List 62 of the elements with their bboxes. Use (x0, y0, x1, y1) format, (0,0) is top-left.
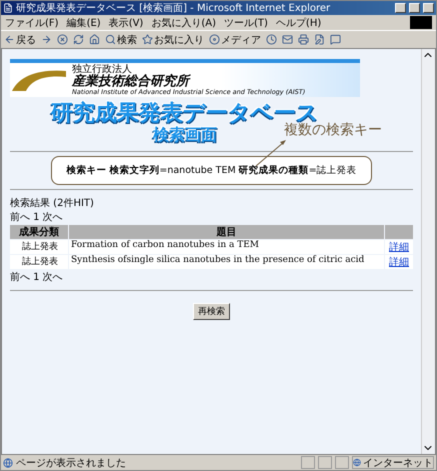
close-button[interactable] (423, 3, 434, 13)
result-summary: 検索結果 (2件HIT) (10, 196, 95, 210)
column-header (385, 224, 413, 239)
forward-icon (41, 34, 52, 45)
search-icon (105, 34, 116, 45)
detail-link[interactable]: 詳細 (385, 254, 413, 269)
menu-item[interactable]: 編集(E) (66, 16, 101, 30)
windows-logo (410, 16, 432, 29)
printer-icon (298, 34, 309, 45)
stop-button[interactable] (57, 34, 68, 45)
detail-link[interactable]: 詳細 (385, 240, 413, 254)
home-button[interactable] (89, 34, 100, 45)
column-header: 題目 (69, 224, 384, 239)
status-pane (301, 456, 315, 469)
globe-icon (353, 458, 361, 467)
back-button[interactable]: 戻る (4, 32, 36, 46)
document-icon (314, 34, 325, 45)
document-button[interactable] (314, 34, 325, 45)
status-pane (335, 456, 349, 469)
table-cell: Synthesis ofsingle silica nanotubes in the presence of citric acid (69, 254, 384, 269)
table-cell: 誌上発表 (10, 254, 68, 269)
refresh-icon (73, 34, 84, 45)
table-cell: 誌上発表 (10, 240, 68, 254)
column-header: 成果分類 (10, 224, 68, 239)
clock-button[interactable] (266, 34, 277, 45)
table-cell: Formation of carbon nanotubes in a TEM (69, 240, 384, 254)
maximize-button[interactable] (409, 3, 420, 13)
pager: 前へ 1 次へ (10, 270, 64, 284)
mail-icon (282, 34, 293, 45)
disc-button[interactable]: メディア (209, 32, 261, 46)
refresh-button[interactable] (73, 34, 84, 45)
search-keys-callout: 検索キー 検索文字列=nanotube TEM 研究成果の種類=誌上発表 (51, 156, 372, 185)
menu-item[interactable]: お気に入り(A) (151, 16, 216, 30)
page-status-icon (3, 458, 13, 468)
window-title: 研究成果発表データベース [検索画面] - Microsoft Internet Explorer (16, 2, 332, 15)
star-button[interactable]: お気に入り (142, 32, 204, 46)
zone-pane: インターネット (352, 456, 434, 469)
printer-button[interactable] (298, 34, 309, 45)
menu-item[interactable]: 表示(V) (108, 16, 144, 30)
star-icon (142, 34, 153, 45)
menu-item[interactable]: ファイル(F) (5, 16, 59, 30)
menu-item[interactable]: ヘルプ(H) (276, 16, 322, 30)
org-type: 独立行政法人 (72, 64, 132, 75)
menu-item[interactable]: ツール(T) (224, 16, 268, 30)
page-icon (3, 3, 13, 13)
clock-icon (266, 34, 277, 45)
chat-button[interactable] (330, 34, 341, 45)
page-title: 検索画面 (153, 126, 217, 145)
status-pane (318, 456, 332, 469)
status-message: ページが表示されました (16, 456, 127, 470)
pager: 前へ 1 次へ (10, 210, 64, 224)
forward-button[interactable] (41, 34, 52, 45)
back-icon (4, 34, 15, 45)
org-name: 産業技術総合研究所 (72, 75, 191, 89)
research-button[interactable]: 再検索 (193, 302, 230, 320)
chat-icon (330, 34, 341, 45)
disc-icon (209, 34, 220, 45)
search-button[interactable]: 検索 (105, 32, 137, 46)
stop-icon (57, 34, 68, 45)
home-icon (89, 34, 100, 45)
mail-button[interactable] (282, 34, 293, 45)
minimize-button[interactable] (395, 3, 406, 13)
